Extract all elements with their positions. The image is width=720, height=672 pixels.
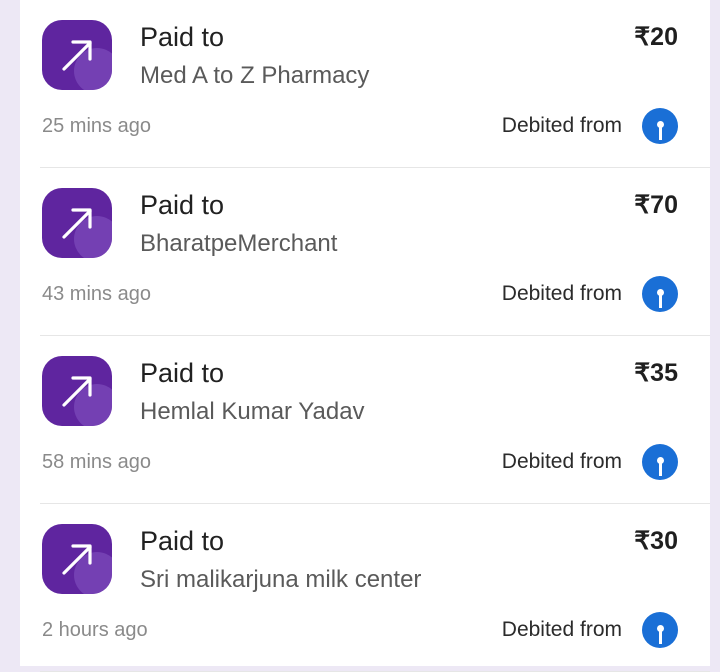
debited-from-label: Debited from	[501, 114, 622, 137]
bank-logo-icon	[642, 444, 678, 480]
bank-logo-icon	[642, 108, 678, 144]
debited-from-label: Debited from	[501, 450, 622, 473]
payee-name: Hemlal Kumar Yadav	[140, 398, 365, 425]
transaction-amount: ₹70	[634, 191, 678, 219]
bank-logo-icon	[642, 276, 678, 312]
transaction-title: Paid to	[140, 526, 225, 556]
debited-from-label: Debited from	[501, 618, 622, 641]
transaction-amount: ₹20	[634, 23, 678, 51]
transaction-amount: ₹30	[634, 527, 678, 555]
transaction-row[interactable]: Paid to BharatpeMerchant ₹70 43 mins ago…	[20, 168, 710, 336]
arrow-up-right-icon	[42, 524, 112, 594]
arrow-up-right-icon	[42, 188, 112, 258]
arrow-up-right-icon	[42, 20, 112, 90]
transaction-row[interactable]: Paid to Med A to Z Pharmacy ₹20 25 mins …	[20, 0, 710, 168]
transaction-row[interactable]: Paid to Hemlal Kumar Yadav ₹35 58 mins a…	[20, 336, 710, 504]
transaction-time: 58 mins ago	[42, 451, 151, 473]
payee-name: BharatpeMerchant	[140, 230, 338, 257]
transaction-list: Paid to Med A to Z Pharmacy ₹20 25 mins …	[20, 0, 710, 672]
arrow-up-right-icon	[42, 356, 112, 426]
payee-name: Sri malikarjuna milk center	[140, 566, 422, 593]
payee-name: Med A to Z Pharmacy	[140, 62, 370, 89]
transaction-time: 43 mins ago	[42, 283, 151, 305]
transaction-title: Paid to	[140, 22, 225, 52]
debited-from-label: Debited from	[501, 282, 622, 305]
transaction-row[interactable]: Paid to Sri malikarjuna milk center ₹30 …	[20, 504, 710, 672]
transaction-title: Paid to	[140, 358, 225, 388]
bank-logo-icon	[642, 612, 678, 648]
transaction-time: 25 mins ago	[42, 115, 151, 137]
transaction-title: Paid to	[140, 190, 225, 220]
transaction-time: 2 hours ago	[42, 619, 148, 641]
transaction-amount: ₹35	[634, 359, 678, 387]
